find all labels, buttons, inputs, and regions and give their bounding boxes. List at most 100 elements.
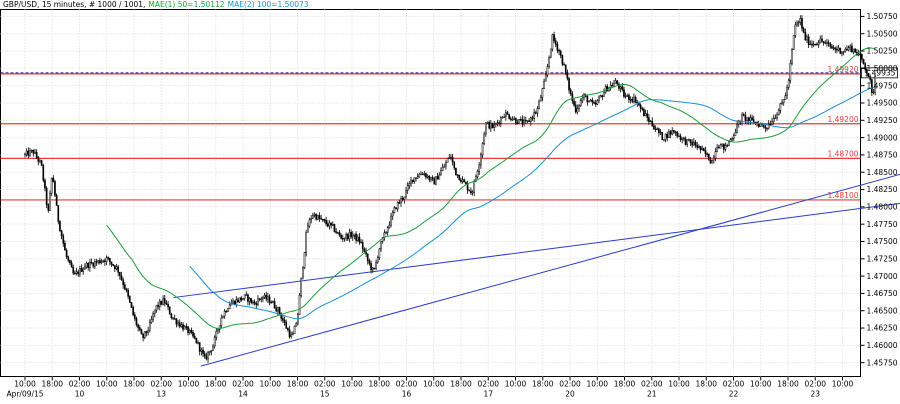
y-tick-label: 1.47500 [867,237,898,246]
x-date-label: 20 [565,390,575,399]
candle-body [549,48,552,58]
candle-body [72,267,75,274]
candle-body [105,257,108,263]
candle-body [310,218,313,220]
candle-body [386,227,389,233]
candle-body [812,43,815,46]
candle-body [841,51,843,54]
candle-body [603,91,605,97]
candle-body [747,117,750,121]
candle-body [724,145,727,150]
candle-body [626,94,629,97]
candle-body [443,165,446,168]
candle-body [779,103,782,111]
candle-body [340,234,342,239]
candle-body [732,135,735,139]
candle-body [321,218,324,221]
candle-body [130,302,133,308]
candle-body [501,117,504,119]
candle-body [653,125,655,130]
candle-body [145,331,148,333]
candle-body [318,215,321,219]
candle-body [210,350,213,352]
candle-body [651,120,654,127]
candle-body [44,180,46,189]
candle-body [408,183,411,186]
candle-body [842,51,845,53]
x-tick-label: 10:00 [14,380,36,389]
candle-body [49,193,51,211]
mae2-legend: MAE(2) 100=1.50073 [228,0,309,9]
candle-body [539,97,542,102]
candle-body [421,173,424,176]
candle-body [448,157,451,159]
candle-body [523,119,525,125]
candle-body [466,183,469,191]
candle-body [90,261,93,264]
candle-body [561,55,564,65]
y-tick-label: 1.46250 [867,324,898,333]
candle-body [518,119,520,124]
candle-body [65,249,68,258]
candle-body [704,150,707,155]
x-tick-label: 18:00 [614,380,636,389]
y-tick-label: 1.48000 [867,203,898,212]
x-date-label: 21 [647,390,657,399]
candle-body [308,219,311,227]
candle-body [202,349,204,354]
candle-body [163,298,166,304]
candle-body [789,63,792,81]
candle-body [353,233,356,236]
candle-body [829,43,832,47]
y-tick-label: 1.49000 [867,133,898,142]
candle-body [34,151,36,154]
candle-body [95,261,98,263]
candle-body [826,42,828,44]
candle-body [837,47,840,51]
candle-body [168,306,171,315]
candle-body [673,130,675,133]
candle-body [619,86,622,89]
candle-body [712,157,715,161]
candle-body [548,57,550,67]
candle-body [114,265,116,270]
candle-body [764,126,767,129]
candle-body [326,223,329,227]
candle-body [806,36,808,41]
candle-body [85,263,88,268]
candle-body [263,294,266,298]
candle-body [546,66,549,76]
candle-body [157,304,159,307]
candle-body [300,277,303,296]
candle-body [631,99,634,102]
candle-body [147,330,149,333]
candle-body [661,131,664,140]
candle-body [678,135,680,138]
candle-body [182,324,184,330]
candle-body [89,261,91,268]
candle-body [746,117,748,121]
candle-body [45,187,48,205]
x-tick-label: 18:00 [287,380,309,389]
candle-body [470,190,472,194]
x-date-label: 23 [810,390,820,399]
candle-body [30,150,33,152]
candle-body [847,47,850,51]
candle-body [67,256,70,261]
candle-body [228,304,231,309]
candle-body [260,298,263,300]
candle-body [544,74,547,82]
candle-body [506,112,509,115]
candle-body [722,143,725,150]
candle-body [554,40,557,45]
candle-body [123,284,126,290]
x-tick-label: 02:00 [150,380,172,389]
candle-body [862,59,865,65]
candle-body [698,146,700,148]
candle-body [796,22,798,26]
candle-body [564,64,567,74]
y-tick-label: 1.48500 [867,168,898,177]
candle-body [401,198,404,200]
candle-body [200,349,203,352]
candle-body [791,49,793,64]
